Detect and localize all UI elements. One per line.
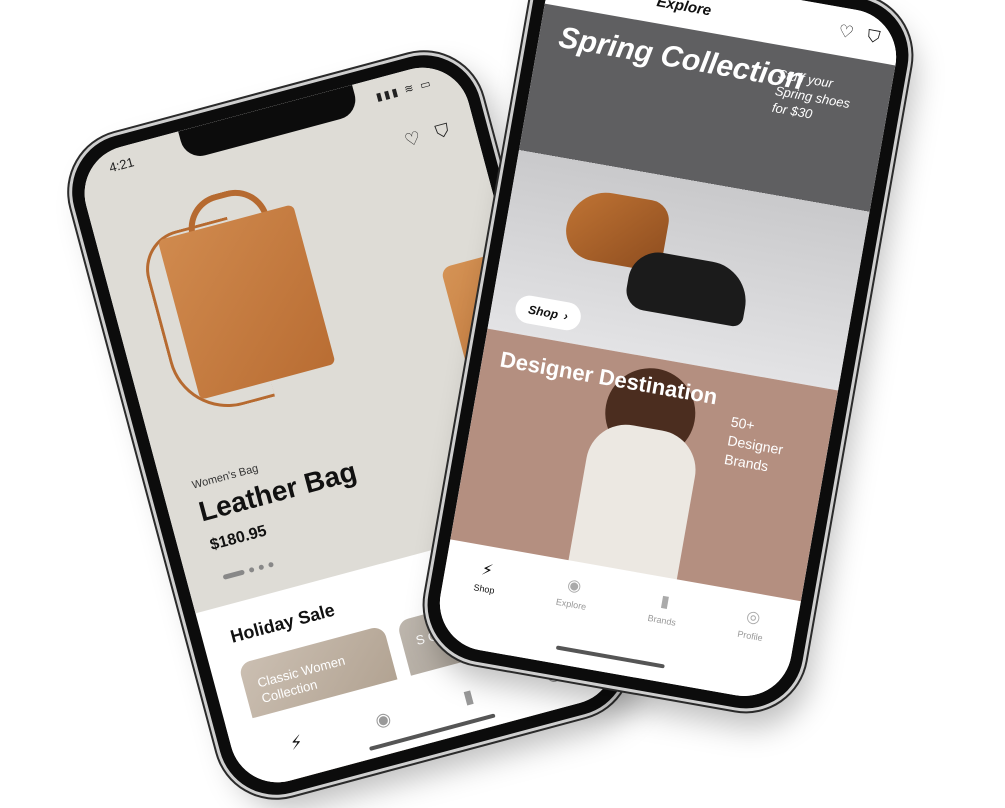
heart-icon[interactable]: ♡: [837, 21, 855, 43]
shopping-bag-icon[interactable]: ⛉: [866, 26, 882, 48]
carousel-dot-active[interactable]: [222, 569, 246, 580]
explore-icon: ◉: [565, 576, 583, 596]
product-price: $180.95: [208, 522, 269, 554]
status-icons: ▮▮▮ ≋ ▭: [374, 77, 434, 104]
status-time: 4:21: [107, 154, 136, 176]
section-title: Holiday Sale: [228, 599, 337, 647]
carousel-dots[interactable]: [222, 561, 275, 580]
chevron-right-icon: ›: [562, 308, 570, 324]
lightning-icon: ⚡: [480, 561, 495, 581]
designer-subtitle: 50+ Designer Brands: [723, 413, 785, 475]
page-title: Explore: [655, 0, 713, 20]
bookmark-icon[interactable]: ▮: [461, 685, 476, 708]
carousel-dot[interactable]: [248, 566, 255, 573]
explore-icon[interactable]: ◉: [373, 707, 394, 731]
carousel-dot[interactable]: [258, 564, 265, 571]
nav-label: Brands: [646, 612, 677, 628]
shop-button[interactable]: Shop ›: [513, 293, 584, 333]
nav-label: Profile: [736, 628, 764, 644]
nav-label: Explore: [555, 596, 587, 612]
product-name: Leather Bag: [195, 455, 360, 528]
spring-subtitle: Stuff your Spring shoes for $30: [770, 66, 852, 122]
shop-button-label: Shop: [527, 302, 560, 322]
home-indicator[interactable]: [555, 645, 665, 669]
topbar-icons: ♡ ⛉: [837, 21, 882, 48]
spring-collection-banner[interactable]: Spring Collection Stuff your Spring shoe…: [487, 3, 896, 391]
right-phone: Explore ♡ ⛉ Spring Collection Stuff your…: [418, 0, 918, 718]
black-boot-image: [623, 247, 752, 328]
carousel-dot[interactable]: [267, 561, 275, 568]
nav-shop[interactable]: ⚡ Shop: [472, 559, 500, 596]
shopping-bag-icon[interactable]: ⛉: [433, 120, 451, 144]
nav-explore[interactable]: ◉ Explore: [555, 573, 591, 612]
profile-icon: ◎: [744, 608, 762, 628]
nav-brands[interactable]: ▮ Brands: [646, 589, 681, 628]
heart-icon[interactable]: ♡: [402, 127, 423, 151]
bookmark-icon: ▮: [659, 592, 671, 612]
lightning-icon[interactable]: ⚡: [288, 731, 306, 755]
header-icons: ♡ ⛉: [402, 120, 452, 152]
phone-notch: [178, 84, 360, 161]
right-phone-screen: Explore ♡ ⛉ Spring Collection Stuff your…: [432, 0, 904, 704]
nav-profile[interactable]: ◎ Profile: [737, 605, 768, 643]
nav-label: Shop: [472, 582, 496, 596]
